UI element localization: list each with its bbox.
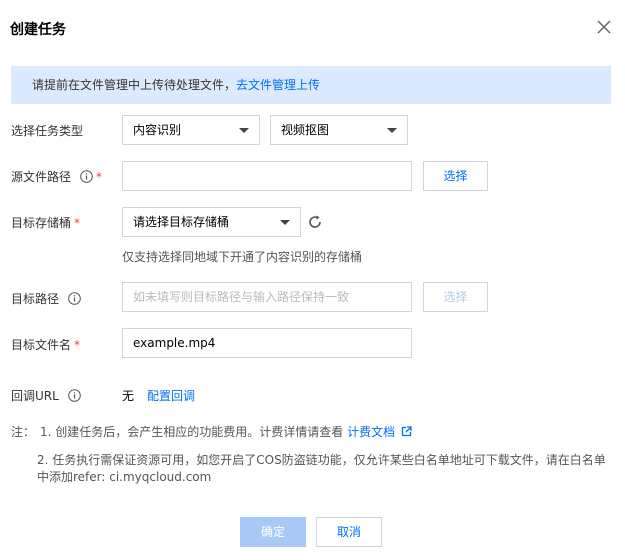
required-mark: * <box>74 338 81 352</box>
billing-doc-link[interactable]: 计费文档 <box>347 425 395 439</box>
cancel-button[interactable]: 取消 <box>316 517 382 547</box>
chevron-down-icon <box>280 220 290 225</box>
note-item-1: 1. 创建任务后，会产生相应的功能费用。计费详情请查看 计费文档 <box>40 424 412 441</box>
configure-callback-link[interactable]: 配置回调 <box>147 387 195 404</box>
task-category-select[interactable]: 内容识别 <box>122 115 260 145</box>
info-icon[interactable] <box>68 292 81 305</box>
bucket-hint-text: 仅支持选择同地域下开通了内容识别的存储桶 <box>122 250 363 264</box>
source-path-input[interactable] <box>122 161 412 191</box>
target-bucket-label-group: 目标存储桶 * <box>11 214 80 231</box>
target-path-input[interactable]: 如未填写则目标路径与输入路径保持一致 <box>122 282 412 312</box>
target-bucket-value: 请选择目标存储桶 <box>133 215 230 229</box>
task-subtype-value: 视频抠图 <box>281 123 330 137</box>
task-type-label: 选择任务类型 <box>11 124 84 138</box>
callback-label-group: 回调URL <box>11 387 81 404</box>
close-icon[interactable] <box>596 19 612 35</box>
callback-value: 无 <box>122 389 135 403</box>
info-icon[interactable] <box>68 389 81 402</box>
external-link-icon[interactable] <box>401 426 412 437</box>
target-bucket-select[interactable]: 请选择目标存储桶 <box>122 207 301 237</box>
note-item-2-line-2: 中添加refer: ci.myqcloud.com <box>37 470 212 484</box>
task-category-value: 内容识别 <box>133 123 182 137</box>
refresh-icon[interactable] <box>307 214 323 230</box>
target-path-label-group: 目标路径 <box>11 290 81 307</box>
source-path-select-button[interactable]: 选择 <box>423 161 488 191</box>
confirm-button[interactable]: 确定 <box>240 517 306 547</box>
task-subtype-select[interactable]: 视频抠图 <box>270 115 408 145</box>
note-item-2-line-1: 2. 任务执行需保证资源可用，如您开启了COS防盗链功能，仅允许某些白名单地址可… <box>37 453 606 467</box>
target-filename-input[interactable]: example.mp4 <box>122 328 412 358</box>
required-mark: * <box>74 216 81 230</box>
target-filename-label: 目标文件名 <box>11 338 72 352</box>
callback-label: 回调URL <box>11 389 59 403</box>
file-management-link[interactable]: 去文件管理上传 <box>236 78 320 92</box>
dialog-title: 创建任务 <box>10 22 66 38</box>
chevron-down-icon <box>387 128 397 133</box>
notice-bar: 请提前在文件管理中上传待处理文件，去文件管理上传 <box>11 66 611 104</box>
required-mark: * <box>96 170 103 184</box>
info-icon[interactable] <box>80 170 93 183</box>
target-bucket-label: 目标存储桶 <box>11 216 72 230</box>
notes-prefix: 注： <box>11 425 36 439</box>
notice-text: 请提前在文件管理中上传待处理文件， <box>32 78 237 92</box>
target-path-select-button[interactable]: 选择 <box>423 282 488 312</box>
target-filename-label-group: 目标文件名 * <box>11 336 80 353</box>
source-path-label: 源文件路径 <box>11 170 72 184</box>
chevron-down-icon <box>239 128 249 133</box>
target-path-label: 目标路径 <box>11 292 60 306</box>
source-path-label-group: 源文件路径 * <box>11 168 102 185</box>
note-item-1-text: 1. 创建任务后，会产生相应的功能费用。计费详情请查看 <box>40 425 344 439</box>
